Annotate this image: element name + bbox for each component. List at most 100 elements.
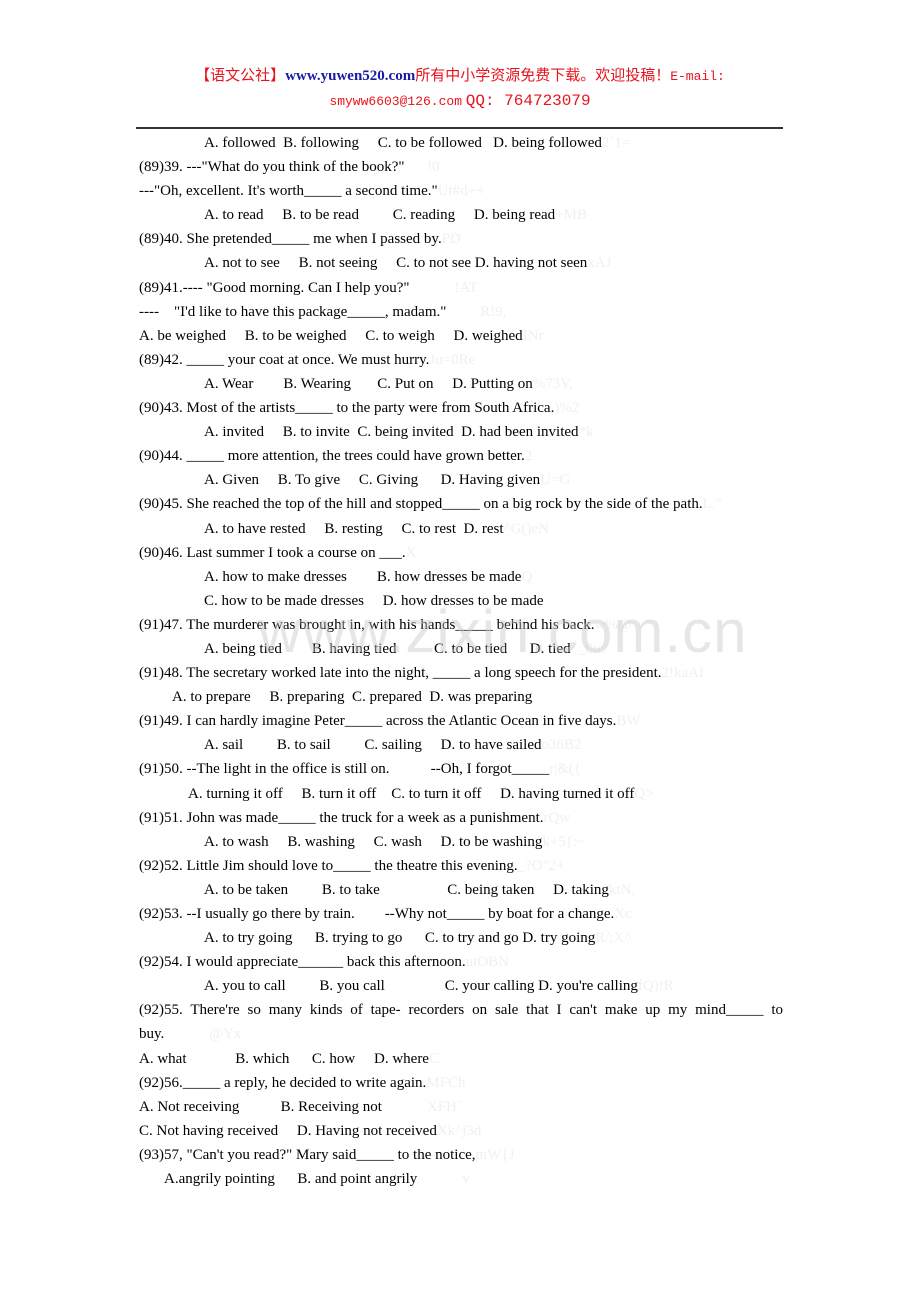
question-stem: (89)41.---- "Good morning. Can I help yo… <box>139 276 783 300</box>
answer-options: A. you to call B. you call C. your calli… <box>139 974 783 998</box>
line-text: A. Wear B. Wearing C. Put on D. Putting … <box>204 375 533 392</box>
noise-text: v <box>417 1171 470 1188</box>
line-text: ---- "I'd like to have this package_____… <box>139 303 447 320</box>
line-text: A. how to make dresses B. how dresses be… <box>204 568 522 585</box>
noise-text: !0 <box>404 159 440 176</box>
question-stem: (90)46. Last summer I took a course on _… <box>139 541 783 565</box>
line-text: (89)42. _____ your coat at once. We must… <box>139 351 430 368</box>
line-text: A. being tied B. having tied C. to be ti… <box>204 640 571 657</box>
answer-options: A. Given B. To give C. Giving D. Having … <box>139 468 783 492</box>
noise-text: 2 <box>524 448 533 465</box>
noise-text: ^G()eN <box>503 520 549 537</box>
line-text: A. to have rested B. resting C. to rest … <box>204 520 504 537</box>
noise-text: %73V, <box>532 375 573 392</box>
line-text: A. to wash B. washing C. wash D. to be w… <box>204 833 543 850</box>
line-text: (91)51. John was made_____ the truck for… <box>139 809 544 826</box>
answer-options: A. what B. which C. how D. whereC <box>139 1047 783 1071</box>
answer-options: A. Not receiving B. Receiving not XFH` <box>139 1095 783 1119</box>
answer-options: A. to read B. to be read C. reading D. b… <box>139 203 783 227</box>
question-stem: (91)48. The secretary worked late into t… <box>139 661 783 685</box>
question-stem: (91)47. The murderer was brought in, wit… <box>139 613 783 637</box>
line-text: (92)55. There're so many kinds of tape- … <box>139 1002 783 1019</box>
question-stem: (92)55. There're so many kinds of tape- … <box>139 998 783 1022</box>
answer-options: A. to have rested B. resting C. to rest … <box>139 517 783 541</box>
header-line-2: smyww6603@126.com QQ: 764723079 <box>0 89 920 114</box>
noise-text: L." <box>702 496 722 513</box>
noise-text: 2!kaAI <box>661 665 704 682</box>
email-address[interactable]: smyww6603@126.com <box>329 94 462 109</box>
noise-text: X <box>405 544 417 561</box>
noise-text: r|&({ <box>549 761 582 778</box>
noise-text: w%@ <box>594 616 632 633</box>
answer-options: A. not to see B. not seeing C. to not se… <box>139 251 783 275</box>
site-link[interactable]: www.yuwen520.com <box>285 68 415 84</box>
email-label: E-mail: <box>670 69 725 84</box>
noise-text: R/;X^ <box>595 930 632 947</box>
noise-text: XFH` <box>381 1098 462 1115</box>
question-stem: (93)57, "Can't you read?" Mary said_____… <box>139 1143 783 1167</box>
line-text: A. followed B. following C. to be follow… <box>204 135 602 151</box>
answer-options: A. sail B. to sail C. sailing D. to have… <box>139 733 783 757</box>
question-stem: (92)52. Little Jim should love to_____ t… <box>139 854 783 878</box>
noise-text: _?O"2+ <box>517 857 565 874</box>
line-text: A. to prepare B. preparing C. prepared D… <box>172 689 533 706</box>
line-text: buy. <box>139 1026 165 1043</box>
noise-text: PD <box>441 231 461 248</box>
line-text: A. invited B. to invite C. being invited… <box>204 424 579 441</box>
question-stem: (89)39. ---"What do you think of the boo… <box>139 155 783 179</box>
line-text: (91)49. I can hardly imagine Peter_____ … <box>139 713 617 730</box>
answer-options: A. Wear B. Wearing C. Put on D. Putting … <box>139 372 783 396</box>
noise-text: Q <box>521 568 533 585</box>
text-line: ---"Oh, excellent. It's worth_____ a sec… <box>139 179 783 203</box>
noise-text: MFCh <box>426 1074 466 1091</box>
noise-text: _0u: <box>570 640 605 657</box>
line-text: (92)54. I would appreciate______ back th… <box>139 954 466 971</box>
line-text: A. you to call B. you call C. your calli… <box>204 978 638 995</box>
question-stem: (92)56._____ a reply, he decided to writ… <box>139 1071 783 1095</box>
question-stem: (90)45. She reached the top of the hill … <box>139 492 783 516</box>
line-text: (90)46. Last summer I took a course on _… <box>139 544 406 561</box>
line-text: A. to try going B. trying to go C. to tr… <box>204 930 596 947</box>
answer-options: A. to prepare B. preparing C. prepared D… <box>139 685 783 709</box>
question-stem: (90)43. Most of the artists_____ to the … <box>139 396 783 420</box>
line-text: (91)48. The secretary worked late into t… <box>139 665 662 682</box>
question-stem: (89)42. _____ your coat at once. We must… <box>139 348 783 372</box>
header-divider <box>136 127 783 129</box>
brand-label: 【语文公社】 <box>195 68 286 84</box>
noise-text: rQw <box>543 809 571 826</box>
noise-text: @Yx <box>164 1026 242 1043</box>
answer-options: C. how to be made dresses D. how dresses… <box>139 589 783 613</box>
line-text: A. turning it off B. turn it off C. to t… <box>188 785 635 802</box>
text-line: ---- "I'd like to have this package_____… <box>139 300 783 324</box>
answer-options: A. followed B. following C. to be follow… <box>139 131 783 155</box>
answer-options: A. turning it off B. turn it off C. to t… <box>139 782 783 806</box>
question-stem: (90)44. _____ more attention, the trees … <box>139 444 783 468</box>
line-text: A. what B. which C. how D. where <box>139 1050 429 1067</box>
line-text: (89)41.---- "Good morning. Can I help yo… <box>139 279 410 296</box>
line-text: A. to read B. to be read C. reading D. b… <box>204 207 556 224</box>
noise-text: C <box>428 1050 439 1067</box>
noise-text: Q> <box>634 785 654 802</box>
noise-text: Xc <box>614 906 632 922</box>
slogan: 所有中小学资源免费下载。欢迎投稿！ <box>415 68 671 84</box>
answer-options: A. to be taken B. to take C. being taken… <box>139 878 783 902</box>
line-text: A. to be taken B. to take C. being taken… <box>204 881 609 898</box>
noise-text: R!9, <box>446 303 507 320</box>
line-text: C. how to be made dresses D. how dresses… <box>204 592 544 609</box>
line-text: (91)50. --The light in the office is sti… <box>139 761 550 778</box>
question-stem: (91)49. I can hardly imagine Peter_____ … <box>139 709 783 733</box>
line-text: A. sail B. to sail C. sailing D. to have… <box>204 737 542 754</box>
text-line: buy. @Yx <box>139 1022 783 1046</box>
line-text: (92)56._____ a reply, he decided to writ… <box>139 1074 427 1091</box>
noise-text: U=G <box>540 472 571 489</box>
answer-options: A. being tied B. having tied C. to be ti… <box>139 637 783 661</box>
line-text: A.angrily pointing B. and point angrily <box>164 1171 418 1188</box>
noise-text: INr <box>522 327 544 344</box>
answer-options: A. to wash B. washing C. wash D. to be w… <box>139 830 783 854</box>
qq-number: QQ: 764723079 <box>465 92 591 110</box>
question-stem: (92)54. I would appreciate______ back th… <box>139 950 783 974</box>
line-text: (93)57, "Can't you read?" Mary said_____… <box>139 1146 476 1163</box>
noise-text: mW{J <box>475 1146 515 1163</box>
noise-text: *k <box>578 424 594 441</box>
noise-text: utOBN <box>465 954 509 971</box>
